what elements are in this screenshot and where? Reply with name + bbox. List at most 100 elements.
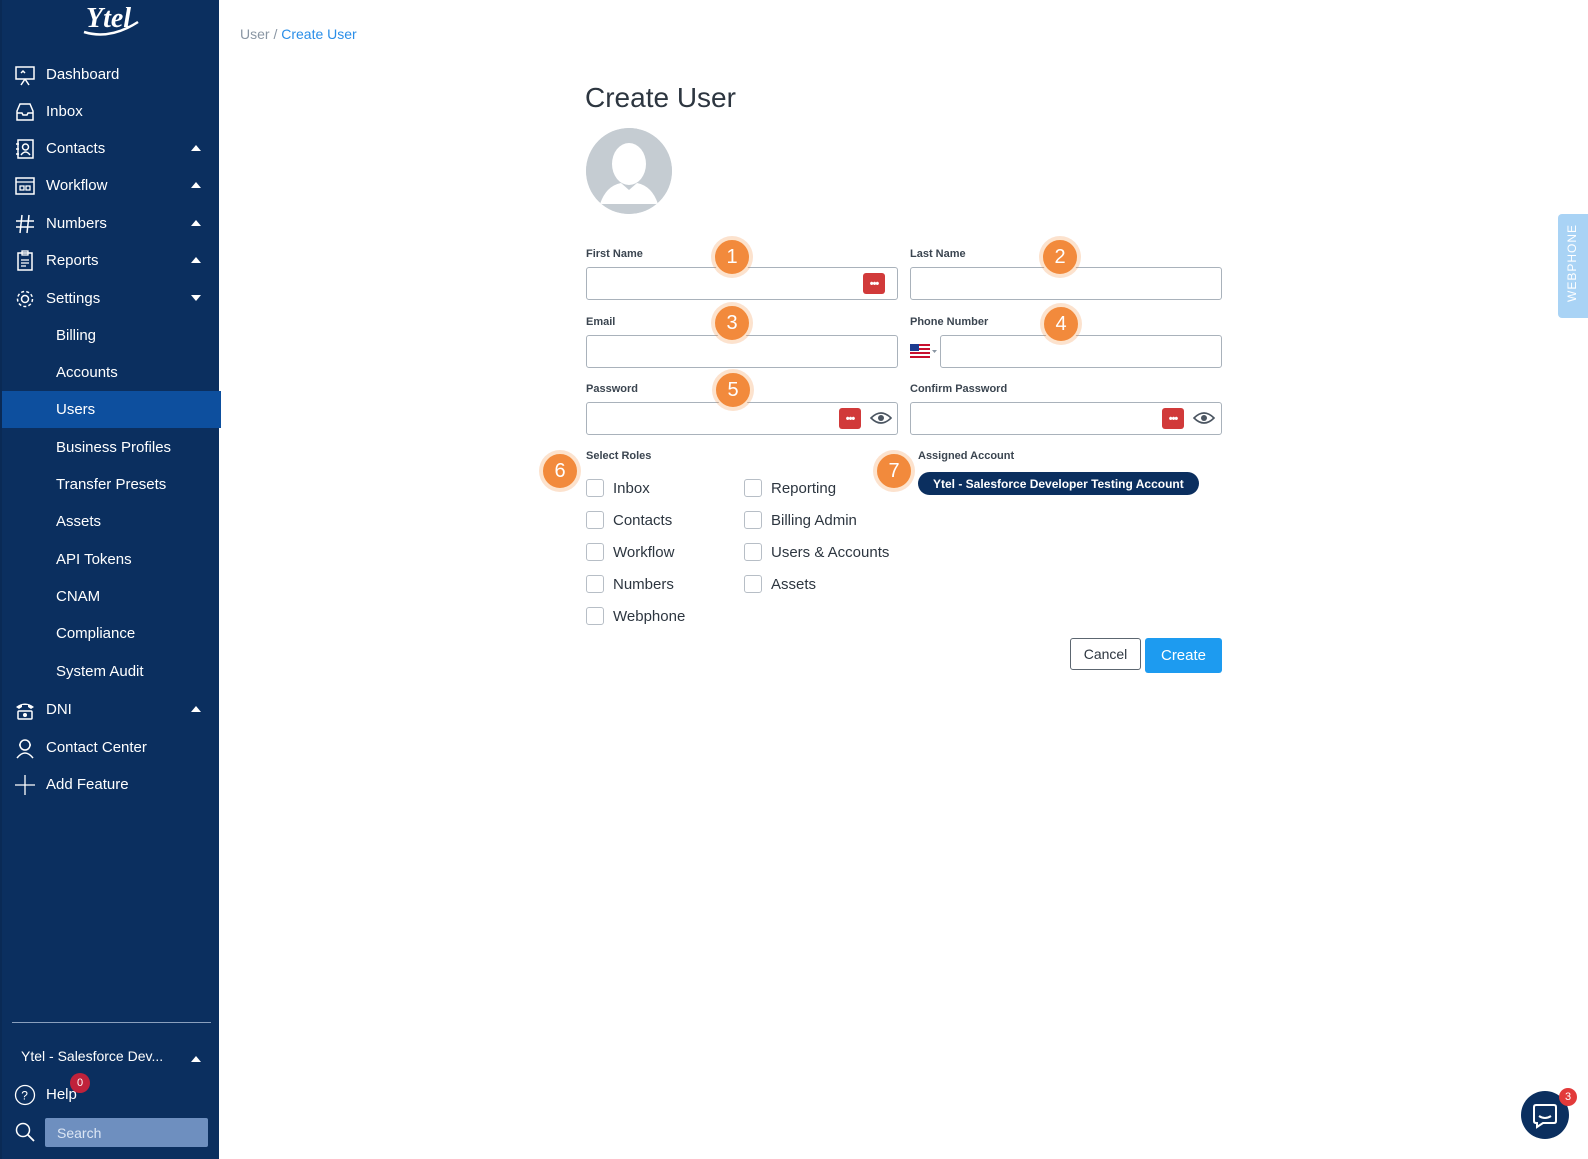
role-label: Workflow: [613, 543, 675, 561]
role-label: Webphone: [613, 607, 686, 625]
role-label: Contacts: [613, 511, 673, 529]
checkbox[interactable]: [586, 479, 604, 497]
password-label: Password: [586, 383, 638, 395]
show-password-eye-icon[interactable]: [870, 411, 892, 425]
chat-notification-badge: 3: [1559, 1088, 1577, 1106]
nav-workflow[interactable]: Workflow: [2, 167, 221, 204]
role-webphone[interactable]: Webphone: [586, 607, 685, 625]
sub-assets[interactable]: Assets: [2, 503, 221, 540]
inbox-icon: [16, 103, 34, 121]
search-icon: [15, 1122, 35, 1142]
step-marker-7: 7: [875, 452, 913, 490]
confirm-password-label: Confirm Password: [910, 383, 1008, 395]
sub-business-profiles[interactable]: Business Profiles: [2, 429, 221, 466]
role-numbers[interactable]: Numbers: [586, 575, 674, 593]
breadcrumb-parent[interactable]: User: [240, 26, 270, 42]
chevron-up-icon[interactable]: [191, 145, 201, 151]
chevron-up-icon[interactable]: [191, 1056, 201, 1062]
role-reporting[interactable]: Reporting: [744, 479, 836, 497]
select-roles-label: Select Roles: [586, 450, 652, 462]
sub-compliance[interactable]: Compliance: [2, 615, 221, 652]
sub-billing[interactable]: Billing: [2, 317, 221, 354]
email-input[interactable]: [586, 335, 898, 368]
email-label: Email: [586, 316, 616, 328]
sub-users[interactable]: Users: [2, 391, 221, 428]
webphone-tab-label: WEBPHONE: [1565, 223, 1579, 302]
nav-numbers[interactable]: Numbers: [2, 205, 221, 242]
nav-contacts[interactable]: Contacts: [2, 130, 221, 167]
account-switcher[interactable]: Ytel - Salesforce Dev...: [21, 1048, 163, 1064]
nav-inbox[interactable]: Inbox: [2, 93, 221, 130]
checkbox[interactable]: [586, 607, 604, 625]
sub-accounts[interactable]: Accounts: [2, 354, 221, 391]
user-silhouette-icon: [586, 128, 672, 214]
reports-icon: [17, 250, 33, 271]
app-root: Ytel Dashboard Inbox Contacts Workflow N…: [0, 0, 1588, 1159]
sub-transfer-presets[interactable]: Transfer Presets: [2, 466, 221, 503]
step-marker-6: 6: [541, 452, 579, 490]
webphone-tab[interactable]: WEBPHONE: [1558, 214, 1588, 318]
svg-text:?: ?: [21, 1089, 28, 1103]
chevron-up-icon[interactable]: [191, 182, 201, 188]
nav-add-feature[interactable]: Add Feature: [2, 766, 221, 803]
sub-system-audit[interactable]: System Audit: [2, 653, 221, 690]
role-label: Reporting: [771, 479, 837, 497]
role-billing-admin[interactable]: Billing Admin: [744, 511, 857, 529]
sub-api-tokens[interactable]: API Tokens: [2, 541, 221, 578]
assigned-account-label: Assigned Account: [918, 450, 1015, 462]
role-contacts[interactable]: Contacts: [586, 511, 672, 529]
show-confirm-password-eye-icon[interactable]: [1193, 411, 1215, 425]
chevron-up-icon[interactable]: [191, 706, 201, 712]
breadcrumb-current: Create User: [281, 26, 357, 42]
nav-dni-label: DNI: [46, 701, 72, 718]
step-marker-1: 1: [713, 238, 751, 276]
sidebar: Ytel Dashboard Inbox Contacts Workflow N…: [0, 0, 221, 1159]
sidebar-search-input[interactable]: [45, 1118, 208, 1147]
nav-inbox-label: Inbox: [46, 103, 83, 120]
step-marker-3: 3: [713, 304, 751, 342]
nav-dashboard[interactable]: Dashboard: [2, 56, 221, 93]
password-manager-icon[interactable]: •••: [1162, 408, 1184, 429]
breadcrumb: User / Create User: [240, 26, 357, 42]
sub-cnam[interactable]: CNAM: [2, 578, 221, 615]
checkbox[interactable]: [744, 543, 762, 561]
password-manager-icon[interactable]: •••: [863, 273, 885, 294]
avatar[interactable]: [586, 128, 672, 214]
checkbox[interactable]: [744, 479, 762, 497]
checkbox[interactable]: [586, 575, 604, 593]
step-marker-2: 2: [1041, 238, 1079, 276]
role-workflow[interactable]: Workflow: [586, 543, 674, 561]
checkbox[interactable]: [744, 575, 762, 593]
cancel-button[interactable]: Cancel: [1070, 638, 1141, 670]
password-manager-icon[interactable]: •••: [839, 408, 861, 429]
chevron-up-icon[interactable]: [191, 257, 201, 263]
phone-icon: [16, 703, 34, 720]
country-selector[interactable]: [910, 343, 938, 359]
nav-add-feature-label: Add Feature: [46, 776, 129, 793]
chevron-down-icon[interactable]: [191, 295, 201, 301]
us-flag-icon: [910, 344, 937, 358]
role-inbox[interactable]: Inbox: [586, 479, 650, 497]
role-assets[interactable]: Assets: [744, 575, 816, 593]
chevron-up-icon[interactable]: [191, 220, 201, 226]
nav-settings-label: Settings: [46, 290, 101, 307]
nav-contact-center[interactable]: Contact Center: [2, 729, 221, 766]
nav-help[interactable]: ? Help: [2, 1078, 221, 1114]
ytel-logo[interactable]: Ytel: [80, 0, 142, 38]
assigned-account-chip[interactable]: Ytel - Salesforce Developer Testing Acco…: [918, 472, 1199, 495]
nav-reports[interactable]: Reports: [2, 242, 221, 279]
last-name-label: Last Name: [910, 248, 966, 260]
checkbox[interactable]: [744, 511, 762, 529]
nav-settings[interactable]: Settings: [2, 280, 221, 317]
nav-workflow-label: Workflow: [46, 177, 108, 194]
agent-icon: [16, 739, 34, 759]
create-button[interactable]: Create: [1145, 638, 1222, 673]
role-label: Billing Admin: [771, 511, 857, 529]
checkbox[interactable]: [586, 543, 604, 561]
role-users-accounts[interactable]: Users & Accounts: [744, 543, 889, 561]
phone-number-input[interactable]: [940, 335, 1222, 368]
nav-dni[interactable]: DNI: [2, 691, 221, 728]
step-marker-5: 5: [714, 371, 752, 409]
checkbox[interactable]: [586, 511, 604, 529]
phone-number-label: Phone Number: [910, 316, 989, 328]
